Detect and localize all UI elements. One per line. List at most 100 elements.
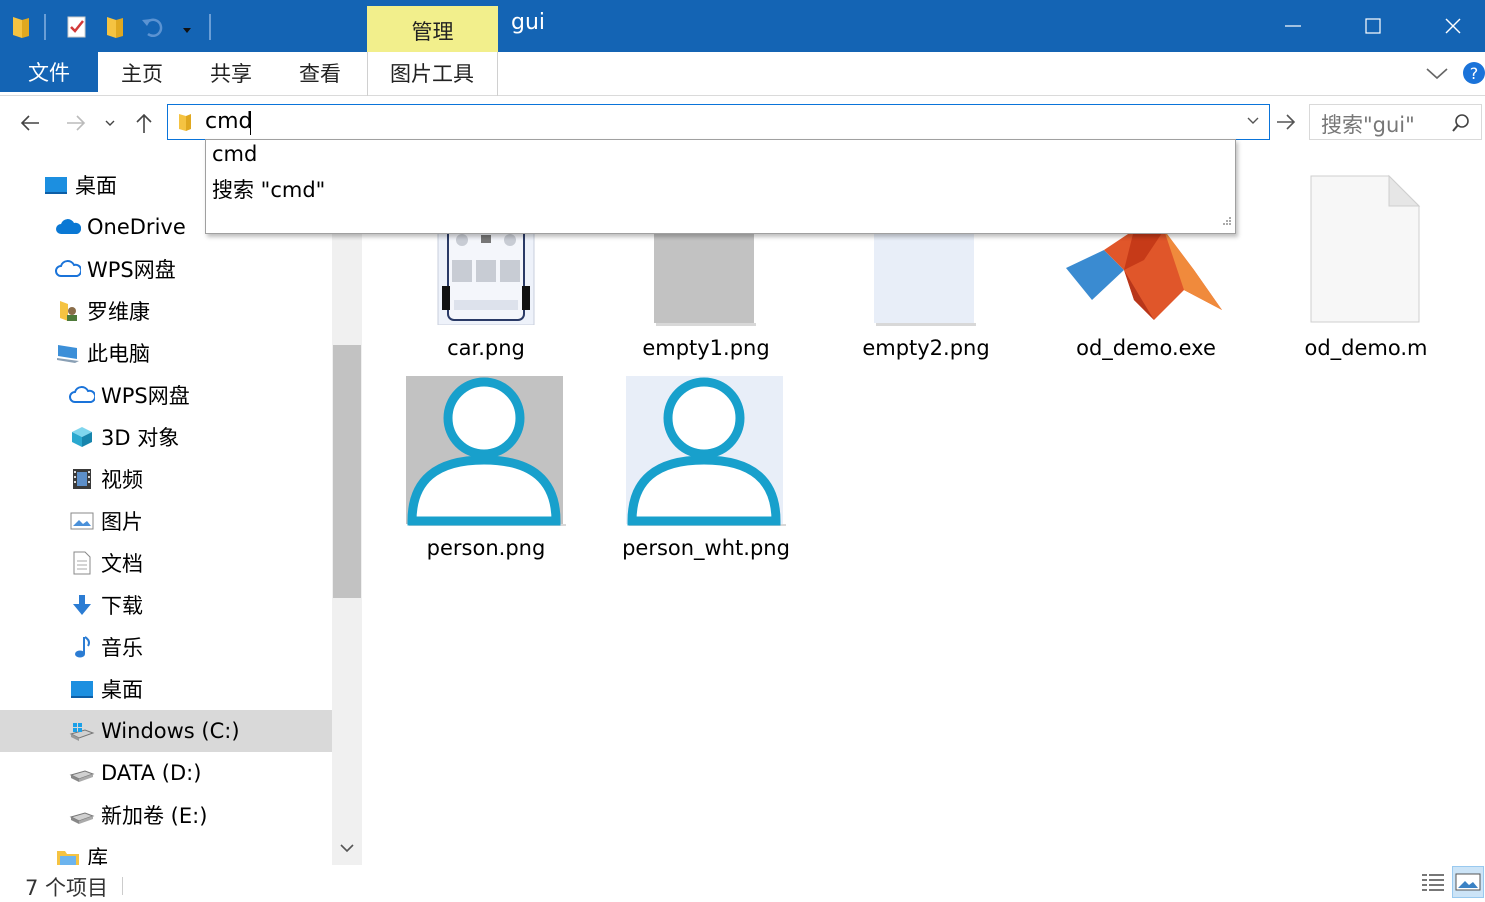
file-item[interactable]: person.png xyxy=(386,376,586,566)
details-view-icon xyxy=(1422,874,1444,891)
onedrive-cloud-icon xyxy=(55,214,81,240)
person-light-thumbnail xyxy=(626,376,786,526)
folder-icon xyxy=(176,111,194,137)
new-folder-icon[interactable] xyxy=(102,12,128,42)
nav-item-label: 罗维康 xyxy=(87,300,150,324)
status-bar: 7 个项目 xyxy=(0,865,1485,900)
file-item[interactable]: od_demo.m xyxy=(1266,174,1466,360)
file-name: empty2.png xyxy=(862,336,990,360)
documents-icon xyxy=(69,550,95,576)
go-button[interactable] xyxy=(1272,106,1300,138)
search-icon[interactable] xyxy=(1451,113,1471,137)
drive-icon xyxy=(69,802,95,828)
nav-item-downloads[interactable]: 下载 xyxy=(0,584,332,626)
download-icon xyxy=(69,592,95,618)
address-dropdown-icon[interactable] xyxy=(1245,113,1261,133)
scroll-down-icon[interactable] xyxy=(337,840,357,860)
nav-item-libraries[interactable]: 库 xyxy=(0,836,332,865)
address-input[interactable]: cmd xyxy=(205,109,253,134)
nav-item-drive-c[interactable]: Windows (C:) xyxy=(0,710,332,752)
close-button[interactable] xyxy=(1413,0,1485,52)
nav-item-label: 视频 xyxy=(101,468,143,492)
nav-item-label: 图片 xyxy=(101,510,143,534)
folder-icon[interactable] xyxy=(8,12,34,42)
file-item[interactable]: person_wht.png xyxy=(606,376,806,566)
tab-view[interactable]: 查看 xyxy=(299,52,341,94)
person-gray-thumbnail xyxy=(406,376,566,526)
up-button[interactable] xyxy=(130,106,158,140)
qat-customize-icon[interactable] xyxy=(174,12,200,42)
library-icon xyxy=(55,844,81,865)
nav-item-music[interactable]: 音乐 xyxy=(0,626,332,668)
maximize-button[interactable] xyxy=(1333,0,1413,52)
qat-separator xyxy=(44,14,46,40)
minimize-button[interactable] xyxy=(1253,0,1333,52)
drive-icon xyxy=(69,760,95,786)
nav-item-desktop-pc[interactable]: 桌面 xyxy=(0,668,332,710)
item-count: 7 个项目 xyxy=(25,876,109,900)
large-icons-view-button[interactable] xyxy=(1452,866,1484,898)
help-icon[interactable]: ? xyxy=(1462,60,1485,90)
music-icon xyxy=(69,634,95,660)
nav-item-drive-e[interactable]: 新加卷 (E:) xyxy=(0,794,332,836)
nav-item-this-pc[interactable]: 此电脑 xyxy=(0,332,332,374)
nav-item-label: WPS网盘 xyxy=(87,258,176,282)
tab-picture-tools[interactable]: 图片工具 xyxy=(390,52,474,94)
context-tab-manage[interactable]: 管理 xyxy=(367,6,498,52)
nav-item-3d-objects[interactable]: 3D 对象 xyxy=(0,416,332,458)
back-button[interactable] xyxy=(14,106,46,140)
file-name: od_demo.exe xyxy=(1076,336,1216,360)
large-icons-view-icon xyxy=(1455,873,1481,891)
ribbon-expand-icon[interactable] xyxy=(1424,62,1450,88)
tab-home[interactable]: 主页 xyxy=(121,52,163,94)
nav-item-videos[interactable]: 视频 xyxy=(0,458,332,500)
svg-text:?: ? xyxy=(1470,64,1479,83)
blank-file-icon xyxy=(1310,174,1421,323)
windows-drive-icon xyxy=(69,718,95,744)
search-input[interactable]: 搜索"gui" xyxy=(1321,109,1415,139)
file-name: car.png xyxy=(447,336,525,360)
nav-item-wps-cloud[interactable]: WPS网盘 xyxy=(0,248,332,290)
desktop-icon xyxy=(43,172,69,198)
pictures-icon xyxy=(69,508,95,534)
file-name: person.png xyxy=(426,536,546,560)
recent-locations-button[interactable] xyxy=(100,106,120,140)
nav-item-drive-d[interactable]: DATA (D:) xyxy=(0,752,332,794)
nav-item-label: 文档 xyxy=(101,552,143,576)
nav-item-user-folder[interactable]: 罗维康 xyxy=(0,290,332,332)
file-name: od_demo.m xyxy=(1304,336,1428,360)
undo-icon[interactable] xyxy=(140,12,166,42)
user-folder-icon xyxy=(55,298,81,324)
address-bar[interactable]: cmd xyxy=(167,104,1270,140)
nav-item-label: 桌面 xyxy=(75,174,117,198)
details-view-button[interactable] xyxy=(1418,866,1448,898)
nav-item-label: 桌面 xyxy=(101,678,143,702)
nav-item-label: 下载 xyxy=(101,594,143,618)
nav-item-documents[interactable]: 文档 xyxy=(0,542,332,584)
nav-item-wps-cloud-pc[interactable]: WPS网盘 xyxy=(0,374,332,416)
navigation-pane: 桌面 OneDrive WPS网盘 罗维康 此电脑 WPS网盘 3D 对象 视频… xyxy=(0,160,332,865)
matlab-icon xyxy=(1066,230,1222,320)
file-name: person_wht.png xyxy=(622,536,790,560)
3d-objects-icon xyxy=(69,424,95,450)
tab-file[interactable]: 文件 xyxy=(0,52,98,92)
desktop-icon xyxy=(69,676,95,702)
status-separator xyxy=(122,877,123,895)
window-title: gui xyxy=(511,10,546,35)
nav-scrollbar-thumb[interactable] xyxy=(333,345,361,598)
forward-button[interactable] xyxy=(60,106,92,140)
nav-item-label: 3D 对象 xyxy=(101,426,180,450)
properties-icon[interactable] xyxy=(64,12,90,42)
nav-item-label: 此电脑 xyxy=(87,342,150,366)
address-suggestions-dropdown: cmd 搜索 "cmd" xyxy=(205,139,1236,234)
search-box[interactable]: 搜索"gui" xyxy=(1309,104,1482,140)
nav-item-label: 音乐 xyxy=(101,636,143,660)
nav-item-label: Windows (C:) xyxy=(101,719,240,743)
file-name: empty1.png xyxy=(642,336,770,360)
nav-item-pictures[interactable]: 图片 xyxy=(0,500,332,542)
suggestion-item[interactable]: cmd xyxy=(212,142,257,166)
resize-grip-icon[interactable] xyxy=(1222,211,1232,230)
suggestion-item[interactable]: 搜索 "cmd" xyxy=(212,174,325,204)
tab-share[interactable]: 共享 xyxy=(210,52,252,94)
qat-separator xyxy=(209,14,211,40)
